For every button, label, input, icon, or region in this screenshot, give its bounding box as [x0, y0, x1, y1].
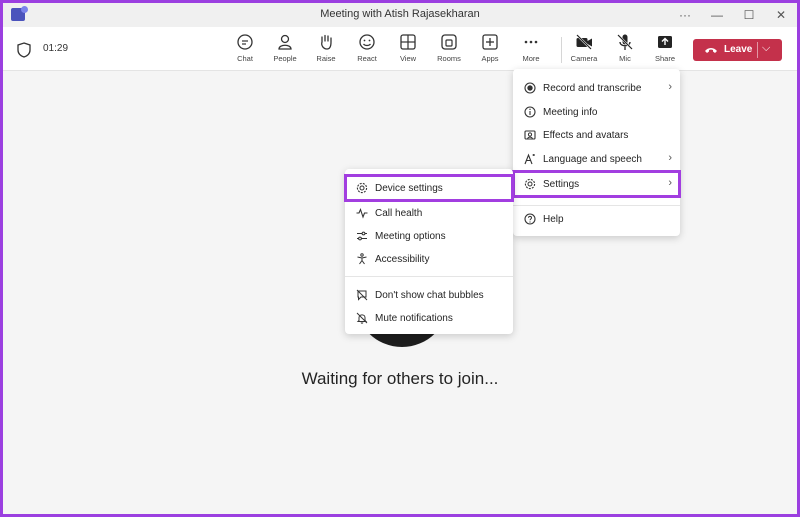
- menu-item-settings[interactable]: Settings ›: [512, 170, 681, 198]
- chat-off-icon: [356, 289, 368, 301]
- menu-item-accessibility[interactable]: Accessibility: [345, 248, 513, 270]
- chat-label: Chat: [237, 54, 253, 63]
- gear-icon: [524, 178, 536, 190]
- sliders-icon: [357, 231, 367, 241]
- menu-item-label: Settings: [543, 179, 580, 190]
- more-icon: [524, 40, 538, 44]
- menu-item-effects[interactable]: Effects and avatars: [513, 124, 680, 146]
- menu-item-label: Meeting info: [543, 107, 598, 118]
- menu-item-label: Accessibility: [375, 254, 430, 265]
- leave-divider: [757, 42, 758, 58]
- people-label: People: [273, 54, 297, 63]
- rooms-icon: [441, 34, 457, 50]
- menu-divider: [513, 205, 680, 206]
- mic-label: Mic: [619, 54, 631, 63]
- menu-item-device-settings[interactable]: Device settings: [344, 174, 514, 202]
- meeting-toolbar: 01:29 Chat People Raise React View Rooms…: [3, 27, 797, 71]
- toolbar-divider: [561, 37, 562, 63]
- view-icon: [400, 34, 416, 50]
- more-button[interactable]: More: [511, 33, 551, 71]
- menu-item-label: Record and transcribe: [543, 83, 642, 94]
- menu-item-label: Mute notifications: [375, 313, 453, 324]
- more-label: More: [522, 54, 540, 63]
- apps-label: Apps: [481, 54, 499, 63]
- mic-off-icon: [617, 34, 633, 50]
- menu-item-label: Call health: [375, 208, 423, 219]
- people-button[interactable]: People: [265, 33, 305, 67]
- gear-icon: [356, 182, 368, 194]
- chevron-right-icon: ›: [668, 81, 672, 93]
- raise-label: Raise: [316, 54, 336, 63]
- waiting-message: Waiting for others to join...: [301, 369, 499, 388]
- react-button[interactable]: React: [347, 33, 387, 67]
- share-label: Share: [654, 54, 675, 63]
- maximize-button[interactable]: ☐: [735, 5, 763, 25]
- menu-item-call-health[interactable]: Call health: [345, 202, 513, 224]
- pulse-icon: [356, 207, 368, 219]
- settings-submenu: Device settings Call health Meeting opti…: [344, 169, 514, 334]
- camera-off-icon: [576, 34, 592, 50]
- menu-item-label: Don't show chat bubbles: [375, 290, 484, 301]
- view-button[interactable]: View: [388, 33, 428, 67]
- rooms-button[interactable]: Rooms: [429, 33, 469, 67]
- mic-button[interactable]: Mic: [605, 33, 645, 67]
- rooms-label: Rooms: [437, 54, 461, 63]
- leave-button[interactable]: Leave ⌵: [693, 39, 782, 61]
- minimize-button[interactable]: —: [703, 5, 731, 25]
- hang-up-icon: [705, 48, 717, 53]
- menu-item-language[interactable]: Language and speech ›: [513, 148, 680, 170]
- record-icon: [524, 82, 536, 94]
- menu-item-label: Help: [543, 214, 564, 225]
- chat-icon: [237, 34, 253, 50]
- close-button[interactable]: ✕: [767, 5, 795, 25]
- share-button[interactable]: Share: [645, 33, 685, 67]
- meeting-timer: 01:29: [43, 43, 69, 54]
- chevron-down-icon[interactable]: ⌵: [762, 42, 770, 55]
- menu-item-label: Language and speech: [543, 154, 642, 165]
- effects-icon: [524, 130, 536, 140]
- share-icon: [658, 36, 672, 48]
- window-more-button[interactable]: ···: [671, 5, 699, 25]
- react-icon: [359, 34, 375, 50]
- raise-hand-button[interactable]: Raise: [306, 33, 346, 67]
- bell-off-icon: [356, 312, 368, 324]
- view-label: View: [399, 54, 417, 63]
- accessibility-icon: [357, 253, 367, 265]
- title-bar: Meeting with Atish Rajasekharan ··· — ☐ …: [3, 3, 797, 27]
- chat-button[interactable]: Chat: [225, 33, 265, 67]
- menu-item-label: Device settings: [375, 183, 443, 194]
- leave-label: Leave: [724, 44, 753, 55]
- camera-label: Camera: [570, 54, 598, 63]
- menu-item-label: Meeting options: [375, 231, 446, 242]
- chevron-right-icon: ›: [668, 177, 672, 189]
- help-icon: [524, 213, 536, 225]
- menu-item-label: Effects and avatars: [543, 130, 629, 141]
- menu-item-meeting-options[interactable]: Meeting options: [345, 225, 513, 247]
- more-menu: Record and transcribe › Meeting info Eff…: [512, 69, 681, 236]
- react-label: React: [357, 54, 377, 63]
- menu-item-chat-bubbles[interactable]: Don't show chat bubbles: [345, 284, 513, 306]
- teams-meeting-window: Meeting with Atish Rajasekharan ··· — ☐ …: [3, 3, 797, 514]
- menu-item-record[interactable]: Record and transcribe ›: [513, 77, 680, 99]
- menu-item-help[interactable]: Help: [513, 208, 680, 230]
- camera-button[interactable]: Camera: [564, 33, 604, 67]
- chevron-right-icon: ›: [668, 152, 672, 164]
- menu-divider: [345, 276, 513, 277]
- menu-item-meeting-info[interactable]: Meeting info: [513, 101, 680, 123]
- apps-button[interactable]: Apps: [470, 33, 510, 67]
- info-icon: [524, 106, 536, 118]
- people-icon: [278, 34, 292, 50]
- raise-hand-icon: [321, 34, 332, 50]
- language-icon: [524, 153, 535, 165]
- apps-icon: [482, 34, 498, 50]
- shield-icon: [17, 42, 31, 58]
- menu-item-mute-notifications[interactable]: Mute notifications: [345, 307, 513, 329]
